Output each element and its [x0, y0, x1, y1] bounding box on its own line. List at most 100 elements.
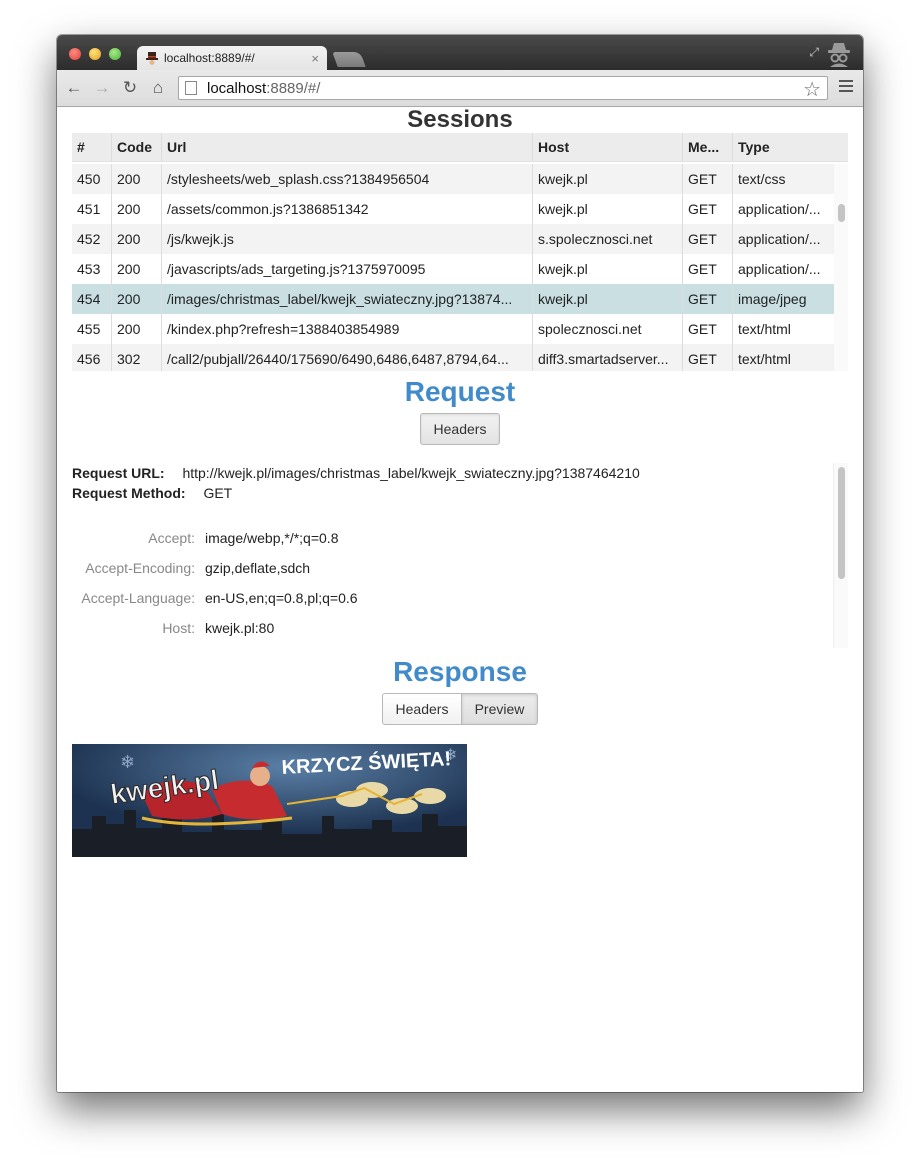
- column-header-number[interactable]: #: [72, 133, 112, 161]
- request-url-value: http://kwejk.pl/images/christmas_label/k…: [182, 465, 640, 481]
- cell-host: s.spolecznosci.net: [533, 224, 683, 254]
- address-bar[interactable]: localhost:8889/#/ ☆: [178, 76, 828, 102]
- cell-type: image/jpeg: [738, 291, 807, 307]
- new-tab-button[interactable]: [332, 52, 366, 67]
- cell-code: 200: [112, 194, 162, 224]
- session-row[interactable]: 453 200/javascripts/ads_targeting.js?1375…: [72, 254, 834, 284]
- cell-host: kwejk.pl: [533, 164, 683, 194]
- incognito-icon: [828, 43, 850, 67]
- session-row[interactable]: 452 200/js/kwejk.js s.spolecznosci.net GET a…: [72, 224, 834, 254]
- grid-scrollbar[interactable]: [834, 164, 848, 371]
- grid-header: # Code Url Host Me... Type: [72, 133, 848, 162]
- browser-window: localhost:8889/#/ × ⤢ ← → ↻ ⌂ localhost:…: [57, 35, 863, 1092]
- cell-host: kwejk.pl: [533, 254, 683, 284]
- cell-host: kwejk.pl: [533, 194, 683, 224]
- header-name: Host:: [162, 620, 195, 636]
- header-value: en-US,en;q=0.8,pl;q=0.6: [205, 590, 358, 606]
- request-method-value: GET: [203, 485, 233, 501]
- cell-host: kwejk.pl: [533, 284, 683, 314]
- session-row[interactable]: 451 200/assets/common.js?1386851342 kwejk.…: [72, 194, 834, 224]
- url-host: localhost: [207, 79, 267, 97]
- cell-number: 454: [72, 284, 112, 314]
- cell-type: application/...: [738, 231, 821, 247]
- cell-url: /javascripts/ads_targeting.js?1375970095: [162, 254, 533, 284]
- cell-host: diff3.smartadserver...: [533, 344, 683, 371]
- cell-code: 200: [112, 164, 162, 194]
- cell-url: /assets/common.js?1386851342: [162, 194, 533, 224]
- session-row[interactable]: 450 200/stylesheets/web_splash.css?138495…: [72, 164, 834, 194]
- header-name: Accept:: [148, 530, 195, 546]
- cell-number: 456: [72, 344, 112, 371]
- column-header-host[interactable]: Host: [533, 133, 683, 161]
- cell-url: /call2/pubjall/26440/175690/6490,6486,64…: [162, 344, 533, 371]
- header-name: Accept-Language:: [81, 590, 195, 606]
- response-preview-image: ❄ ❄ kwejk.pl KRZYCZ ŚWIĘTA!: [72, 744, 467, 857]
- zoom-window-button[interactable]: [109, 48, 121, 60]
- cell-method: GET: [683, 224, 733, 254]
- request-headers-button[interactable]: Headers: [420, 413, 500, 445]
- cell-code: 302: [112, 344, 162, 371]
- home-icon[interactable]: ⌂: [147, 78, 169, 98]
- kwejk-banner-image: ❄ ❄ kwejk.pl KRZYCZ ŚWIĘTA!: [72, 744, 467, 857]
- header-name: Accept-Encoding:: [85, 560, 195, 576]
- fullscreen-icon[interactable]: ⤢: [809, 45, 819, 60]
- cell-number: 451: [72, 194, 112, 224]
- cell-number: 455: [72, 314, 112, 344]
- svg-text:❄: ❄: [120, 752, 135, 773]
- cell-host: spolecznosci.net: [533, 314, 683, 344]
- header-value: image/webp,*/*;q=0.8: [205, 530, 339, 546]
- cell-method: GET: [683, 164, 733, 194]
- cell-code: 200: [112, 314, 162, 344]
- reload-icon[interactable]: ↻: [119, 78, 141, 98]
- column-header-method[interactable]: Me...: [683, 133, 733, 161]
- cell-number: 450: [72, 164, 112, 194]
- cell-type: application/...: [738, 261, 821, 277]
- request-scrollbar[interactable]: [833, 463, 848, 648]
- cell-method: GET: [683, 254, 733, 284]
- cell-code: 200: [112, 224, 162, 254]
- cell-type: text/html: [738, 351, 791, 367]
- cell-url: /images/christmas_label/kwejk_swiateczny…: [162, 284, 533, 314]
- page-icon: [185, 81, 197, 95]
- cell-url: /kindex.php?refresh=1388403854989: [162, 314, 533, 344]
- column-header-type[interactable]: Type: [733, 133, 834, 161]
- sessions-title: Sessions: [407, 106, 513, 133]
- grid-scrollbar-thumb[interactable]: [838, 204, 845, 222]
- response-preview-button[interactable]: Preview: [461, 693, 538, 725]
- tab-close-icon[interactable]: ×: [311, 51, 319, 66]
- session-row[interactable]: 454 200/images/christmas_label/kwejk_swia…: [72, 284, 834, 314]
- column-header-code[interactable]: Code: [112, 133, 162, 161]
- menu-icon[interactable]: [839, 80, 853, 95]
- tab-title: localhost:8889/#/: [164, 51, 255, 65]
- request-details-panel: Request URL: http://kwejk.pl/images/chri…: [72, 463, 848, 648]
- request-method-line: Request Method: GET: [72, 485, 232, 501]
- header-value: kwejk.pl:80: [205, 620, 275, 636]
- session-row[interactable]: 455 200/kindex.php?refresh=1388403854989 s…: [72, 314, 834, 344]
- back-arrow-icon[interactable]: ←: [63, 78, 85, 98]
- request-title: Request: [404, 376, 516, 407]
- browser-toolbar: ← → ↻ ⌂ localhost:8889/#/ ☆: [57, 70, 863, 107]
- cell-method: GET: [683, 284, 733, 314]
- browser-tab[interactable]: localhost:8889/#/ ×: [137, 46, 327, 70]
- column-header-url[interactable]: Url: [162, 133, 533, 161]
- title-bar: localhost:8889/#/ × ⤢: [57, 35, 863, 70]
- cell-type: text/css: [738, 171, 786, 187]
- cell-type: text/html: [738, 321, 791, 337]
- request-scrollbar-thumb[interactable]: [838, 467, 845, 579]
- response-title: Response: [393, 656, 527, 687]
- response-headers-button[interactable]: Headers: [382, 693, 462, 725]
- cell-code: 200: [112, 284, 162, 314]
- cell-method: GET: [683, 314, 733, 344]
- bookmark-star-icon[interactable]: ☆: [803, 77, 821, 102]
- minimize-window-button[interactable]: [89, 48, 101, 60]
- request-url-label: Request URL:: [72, 465, 165, 481]
- close-window-button[interactable]: [69, 48, 81, 60]
- page-content: Sessions # Code Url Host Me... Type 450 2…: [57, 107, 863, 1092]
- sessions-grid: # Code Url Host Me... Type 450 200/styles…: [72, 133, 848, 371]
- cell-method: GET: [683, 194, 733, 224]
- cell-method: GET: [683, 344, 733, 371]
- cell-number: 452: [72, 224, 112, 254]
- cell-url: /js/kwejk.js: [162, 224, 533, 254]
- forward-arrow-icon[interactable]: →: [91, 78, 113, 98]
- session-row[interactable]: 456 302/call2/pubjall/26440/175690/6490,6…: [72, 344, 834, 371]
